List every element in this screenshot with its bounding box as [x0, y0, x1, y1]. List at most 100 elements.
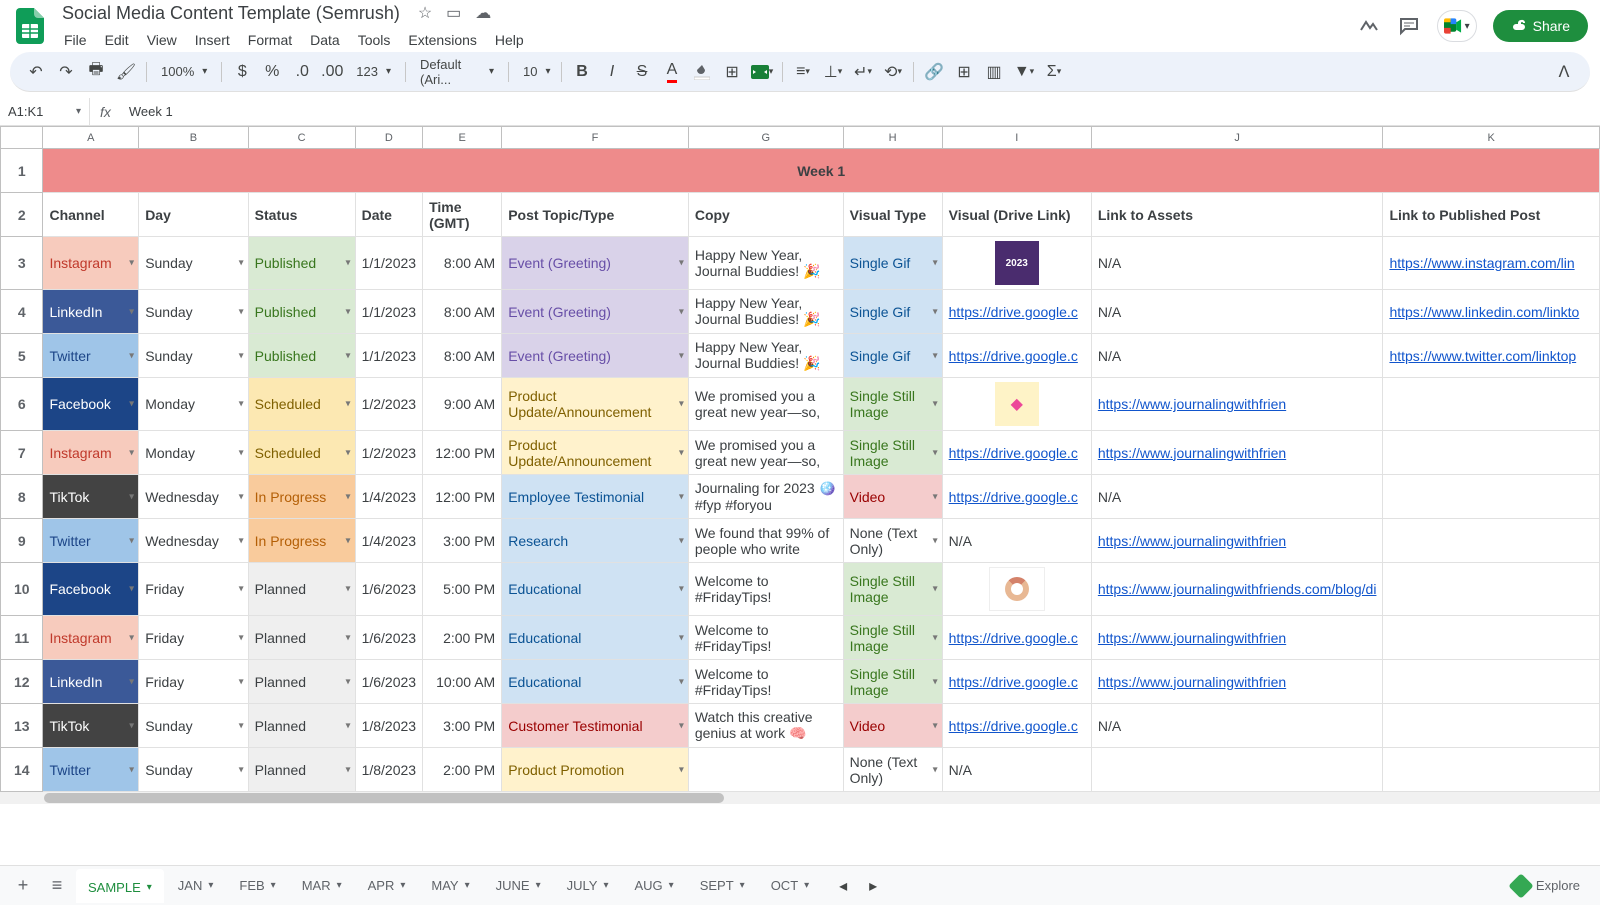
cell-day[interactable]: Sunday [139, 704, 248, 748]
italic-icon[interactable]: I [598, 58, 626, 86]
col-header-F[interactable]: F [502, 127, 689, 149]
cell-status[interactable]: Scheduled [248, 378, 355, 431]
cell-time[interactable]: 8:00 AM [423, 237, 502, 290]
cell-assets[interactable]: https://www.journalingwithfrien [1091, 431, 1383, 475]
cell-copy[interactable]: Welcome to #FridayTips! [688, 563, 843, 616]
cell-status[interactable]: Planned [248, 748, 355, 792]
col-header-H[interactable]: H [843, 127, 942, 149]
cell-assets[interactable]: N/A [1091, 334, 1383, 378]
cell-assets[interactable]: N/A [1091, 290, 1383, 334]
cell-day[interactable]: Monday [139, 431, 248, 475]
row-header-5[interactable]: 5 [1, 334, 43, 378]
cell-channel[interactable]: LinkedIn [43, 290, 139, 334]
cell-status[interactable]: Published [248, 237, 355, 290]
chart-icon[interactable]: ▥ [980, 58, 1008, 86]
cell-topic[interactable]: Event (Greeting) [502, 334, 689, 378]
header-cell[interactable]: Day [139, 193, 248, 237]
cell-assets[interactable]: https://www.journalingwithfriends.com/bl… [1091, 563, 1383, 616]
sheet-tab-feb[interactable]: FEB ▾ [227, 869, 287, 903]
cell-visual-type[interactable]: Single Still Image [843, 378, 942, 431]
zoom-select[interactable]: 100% [153, 60, 215, 83]
cell-time[interactable]: 2:00 PM [423, 748, 502, 792]
cell-date[interactable]: 1/1/2023 [355, 290, 423, 334]
cell-date[interactable]: 1/1/2023 [355, 237, 423, 290]
cell-assets[interactable]: https://www.journalingwithfrien [1091, 378, 1383, 431]
cell-published[interactable]: https://www.twitter.com/linktop [1383, 334, 1600, 378]
borders-icon[interactable]: ⊞ [718, 58, 746, 86]
fill-color-icon[interactable] [688, 58, 716, 86]
cell-day[interactable]: Sunday [139, 334, 248, 378]
header-cell[interactable]: Link to Assets [1091, 193, 1383, 237]
meet-icon[interactable]: ▾ [1437, 10, 1477, 42]
cell-channel[interactable]: Instagram [43, 431, 139, 475]
number-format-select[interactable]: 123 [348, 60, 399, 83]
cell-copy[interactable]: Watch this creative genius at work 🧠 [688, 704, 843, 748]
formula-input[interactable]: Week 1 [121, 104, 1600, 119]
cell-visual[interactable]: https://drive.google.c [942, 704, 1091, 748]
cell-topic[interactable]: Product Update/Announcement [502, 378, 689, 431]
row-header-9[interactable]: 9 [1, 519, 43, 563]
all-sheets-icon[interactable]: ≡ [42, 875, 72, 896]
activity-icon[interactable] [1357, 14, 1381, 38]
cell-visual[interactable]: https://drive.google.c [942, 431, 1091, 475]
cell-topic[interactable]: Educational [502, 563, 689, 616]
cell-day[interactable]: Friday [139, 660, 248, 704]
cell-date[interactable]: 1/2/2023 [355, 378, 423, 431]
cell-topic[interactable]: Customer Testimonial [502, 704, 689, 748]
scroll-tabs-left-icon[interactable]: ◂ [829, 872, 857, 900]
cell-published[interactable] [1383, 704, 1600, 748]
cell-time[interactable]: 9:00 AM [423, 378, 502, 431]
cell-topic[interactable]: Educational [502, 660, 689, 704]
cell-status[interactable]: In Progress [248, 519, 355, 563]
cell-copy[interactable]: Welcome to #FridayTips! [688, 616, 843, 660]
col-header-K[interactable]: K [1383, 127, 1600, 149]
cell-visual[interactable]: https://drive.google.c [942, 290, 1091, 334]
cell-date[interactable]: 1/4/2023 [355, 475, 423, 519]
cell-visual-type[interactable]: None (Text Only) [843, 748, 942, 792]
cell-day[interactable]: Friday [139, 563, 248, 616]
font-size-select[interactable]: 10 [515, 60, 555, 83]
cell-assets[interactable]: https://www.journalingwithfrien [1091, 616, 1383, 660]
cell-topic[interactable]: Event (Greeting) [502, 290, 689, 334]
cell-published[interactable] [1383, 748, 1600, 792]
cell-assets[interactable] [1091, 748, 1383, 792]
cell-published[interactable] [1383, 519, 1600, 563]
font-select[interactable]: Default (Ari... [412, 53, 502, 91]
row-header-13[interactable]: 13 [1, 704, 43, 748]
cell-visual[interactable]: N/A [942, 748, 1091, 792]
cell-visual[interactable]: https://drive.google.c [942, 334, 1091, 378]
menu-edit[interactable]: Edit [97, 28, 137, 52]
strike-icon[interactable]: S [628, 58, 656, 86]
cell-visual[interactable]: 2023 [942, 237, 1091, 290]
text-color-icon[interactable]: A [658, 58, 686, 86]
cell-date[interactable]: 1/4/2023 [355, 519, 423, 563]
cell-assets[interactable]: N/A [1091, 475, 1383, 519]
cell-channel[interactable]: Facebook [43, 563, 139, 616]
cell-visual-type[interactable]: Single Still Image [843, 431, 942, 475]
move-icon[interactable]: ▭ [446, 3, 461, 23]
cell-visual-type[interactable]: Single Gif [843, 237, 942, 290]
row-header-6[interactable]: 6 [1, 378, 43, 431]
sheet-area[interactable]: ABCDEFGHIJK 1Week 12ChannelDayStatusDate… [0, 126, 1600, 865]
cell-copy[interactable]: Journaling for 2023 🪩 #fyp #foryou [688, 475, 843, 519]
cell-channel[interactable]: LinkedIn [43, 660, 139, 704]
header-cell[interactable]: Link to Published Post [1383, 193, 1600, 237]
cell-topic[interactable]: Product Promotion [502, 748, 689, 792]
col-header-D[interactable]: D [355, 127, 423, 149]
header-cell[interactable]: Post Topic/Type [502, 193, 689, 237]
cell-day[interactable]: Monday [139, 378, 248, 431]
sheet-tab-june[interactable]: JUNE ▾ [484, 869, 553, 903]
bold-icon[interactable]: B [568, 58, 596, 86]
menu-file[interactable]: File [56, 28, 95, 52]
sheet-tab-aug[interactable]: AUG ▾ [622, 869, 685, 903]
row-header-8[interactable]: 8 [1, 475, 43, 519]
cell-day[interactable]: Sunday [139, 290, 248, 334]
valign-icon[interactable]: ⊥▾ [819, 58, 847, 86]
sheet-tab-jan[interactable]: JAN ▾ [166, 869, 226, 903]
sheet-tab-sept[interactable]: SEPT ▾ [688, 869, 757, 903]
cell-published[interactable] [1383, 378, 1600, 431]
redo-icon[interactable]: ↷ [52, 58, 80, 86]
wrap-icon[interactable]: ↵▾ [849, 58, 877, 86]
cell-channel[interactable]: Facebook [43, 378, 139, 431]
cell-visual[interactable] [942, 563, 1091, 616]
